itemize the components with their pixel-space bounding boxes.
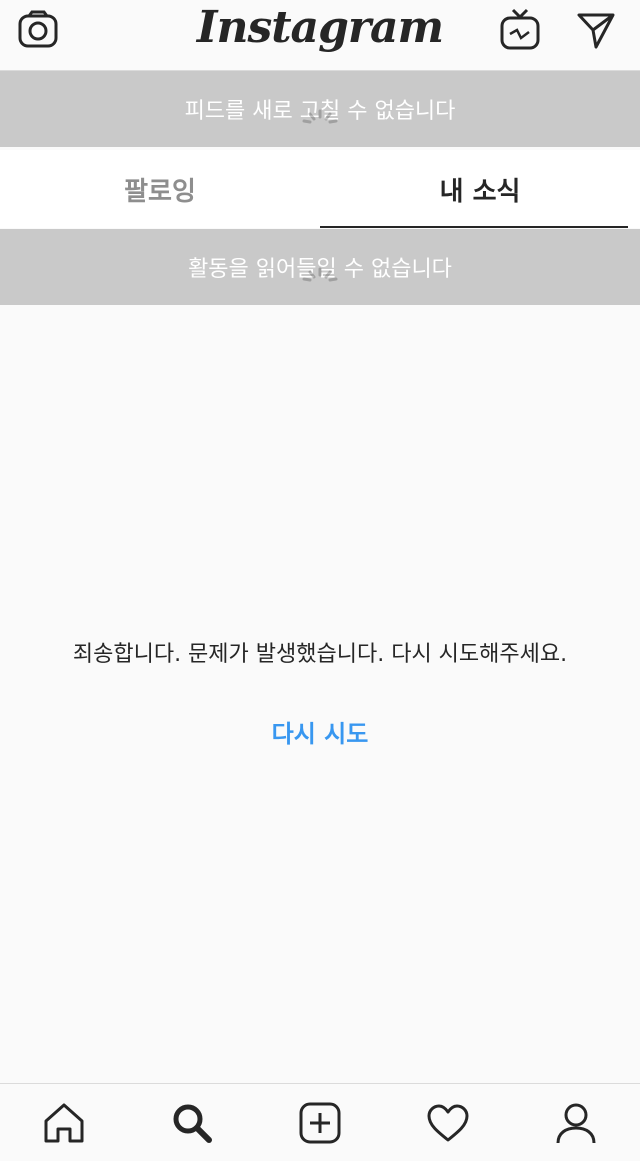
- feed-refresh-error-banner: 피드를 새로 고칠 수 없습니다: [0, 71, 640, 147]
- activity-heart-icon[interactable]: [416, 1091, 480, 1155]
- loading-spinner-icon: [302, 109, 338, 124]
- bottom-nav: [0, 1083, 640, 1161]
- profile-icon[interactable]: [544, 1091, 608, 1155]
- top-bar: Instagram: [0, 0, 640, 71]
- activity-content: 죄송합니다. 문제가 발생했습니다. 다시 시도해주세요. 다시 시도: [0, 312, 640, 1082]
- error-message: 죄송합니다. 문제가 발생했습니다. 다시 시도해주세요.: [72, 642, 568, 667]
- retry-button[interactable]: 다시 시도: [0, 714, 640, 749]
- loading-spinner-icon: [302, 267, 338, 282]
- add-post-icon[interactable]: [288, 1091, 352, 1155]
- app-logo: Instagram: [196, 2, 444, 53]
- home-icon[interactable]: [32, 1091, 96, 1155]
- activity-load-error-banner: 활동을 읽어들일 수 없습니다: [0, 229, 640, 305]
- tab-following[interactable]: 팔로잉: [0, 150, 320, 228]
- search-icon[interactable]: [160, 1091, 224, 1155]
- activity-tabs: 팔로잉 내 소식: [0, 150, 640, 228]
- direct-message-icon[interactable]: [574, 8, 618, 52]
- tab-you[interactable]: 내 소식: [320, 150, 640, 228]
- igtv-icon[interactable]: [498, 8, 542, 52]
